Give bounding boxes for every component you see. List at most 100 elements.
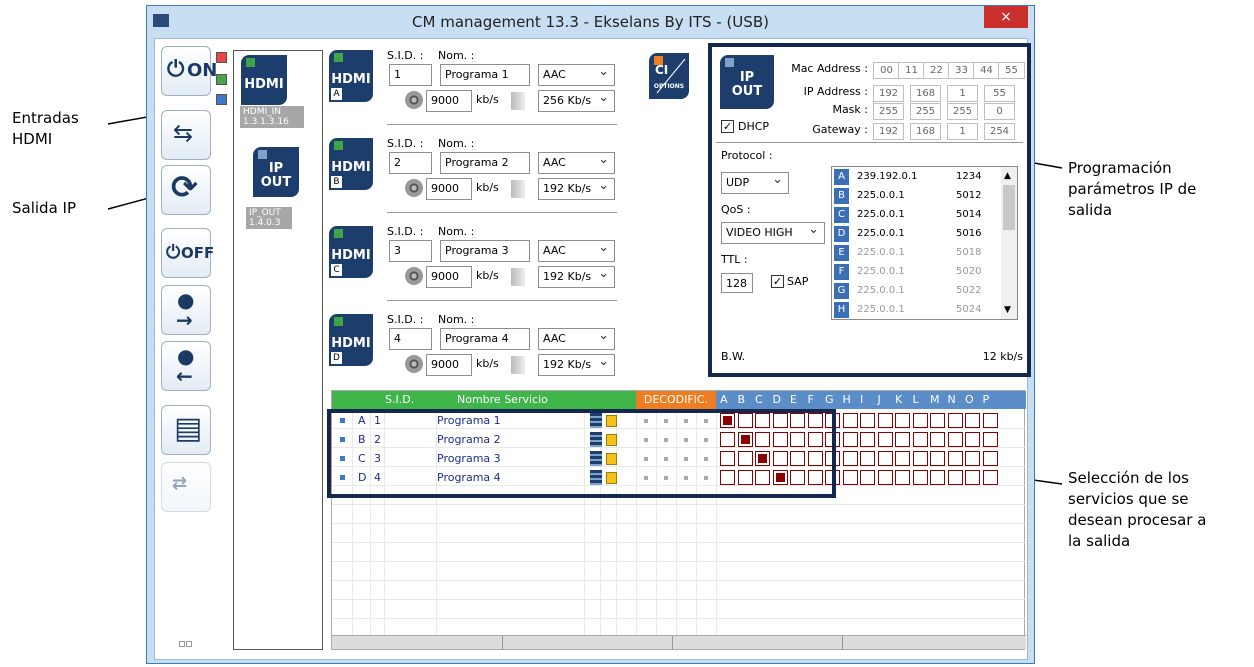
mac-octet[interactable]: 11 [898,62,925,79]
output-slot-cell[interactable] [912,432,928,447]
scroll-down-icon[interactable]: ▼ [1004,305,1011,315]
output-slot-cell[interactable] [947,432,963,447]
ip-octet[interactable]: 168 [910,85,941,102]
mac-octet[interactable]: 00 [873,62,900,79]
sap-checkbox[interactable]: ✓ [771,275,784,288]
output-slot-cell[interactable] [965,432,980,447]
stream-list[interactable]: A 239.192.0.1 1234 B 225.0.0.1 5012 C 225.0.0.1… [831,166,1018,320]
output-slot-cell[interactable] [895,470,910,485]
green-indicator[interactable] [216,74,227,85]
output-slot-cell[interactable] [982,413,998,428]
output-slot-cell[interactable] [877,470,893,485]
audio-codec-select[interactable]: AAC [538,152,615,174]
stream-row[interactable]: F 225.0.0.1 5020 [832,264,1000,280]
sync-monitors-button[interactable]: ⇆ [161,110,211,160]
output-slot-cell[interactable] [982,451,998,466]
video-rate-input[interactable]: 9000 [426,178,472,200]
audio-rate-select[interactable]: 256 Kb/s [538,90,615,112]
hdmi-input-tile[interactable]: HDMI [241,55,287,105]
output-slot-cell[interactable] [842,413,858,428]
power-on-button[interactable]: ⏻ ON [161,46,217,96]
stream-row[interactable]: G 225.0.0.1 5022 [832,283,1000,299]
hdmi-input-b[interactable]: HDMI B [329,138,373,190]
blue-indicator[interactable] [216,94,227,105]
report-button[interactable]: ▤ [161,405,211,455]
load-config-button[interactable]: ● ← [161,341,211,391]
output-slot-cell[interactable] [947,470,963,485]
protocol-select[interactable]: UDP [721,172,789,194]
audio-rate-select[interactable]: 192 Kb/s [538,178,615,200]
output-slot-cell[interactable] [895,413,910,428]
output-slot-cell[interactable] [947,451,963,466]
close-button[interactable]: × [984,6,1028,28]
refresh-button[interactable]: ⟳ [161,165,211,215]
ttl-input[interactable]: 128 [721,273,753,293]
output-slot-cell[interactable] [842,470,858,485]
output-slot-cell[interactable] [912,451,928,466]
output-slot-cell[interactable] [860,451,875,466]
output-slot-cell[interactable] [930,470,945,485]
ip-octet[interactable]: 55 [984,85,1015,102]
output-slot-cell[interactable] [895,432,910,447]
gw-octet[interactable]: 168 [910,123,941,140]
output-slot-cell[interactable] [860,413,875,428]
video-rate-input[interactable]: 9000 [426,266,472,288]
mac-octet[interactable]: 44 [973,62,1000,79]
sid-input[interactable]: 3 [389,240,432,262]
gw-octet[interactable]: 192 [873,123,904,140]
mask-octet[interactable]: 255 [873,103,904,120]
ip-octet[interactable]: 192 [873,85,904,102]
table-hscroll[interactable] [332,635,1026,650]
hdmi-input-a[interactable]: HDMI A [329,50,373,102]
scroll-thumb[interactable] [1003,185,1015,230]
stream-row[interactable]: A 239.192.0.1 1234 [832,169,1000,185]
stream-list-scrollbar[interactable]: ▲ ▼ [1001,167,1017,319]
video-rate-input[interactable]: 9000 [426,90,472,112]
output-slot-cell[interactable] [842,432,858,447]
sid-input[interactable]: 2 [389,152,432,174]
output-slot-cell[interactable] [965,470,980,485]
stream-row[interactable]: C 225.0.0.1 5014 [832,207,1000,223]
sid-input[interactable]: 4 [389,328,432,350]
stream-row[interactable]: D 225.0.0.1 5016 [832,226,1000,242]
stream-row[interactable]: B 225.0.0.1 5012 [832,188,1000,204]
gw-octet[interactable]: 1 [947,123,978,140]
output-slot-cell[interactable] [930,451,945,466]
output-slot-cell[interactable] [947,413,963,428]
output-slot-cell[interactable] [860,470,875,485]
mac-octet[interactable]: 22 [923,62,950,79]
audio-rate-select[interactable]: 192 Kb/s [538,266,615,288]
audio-codec-select[interactable]: AAC [538,64,615,86]
output-slot-cell[interactable] [965,413,980,428]
save-config-button[interactable]: ● → [161,285,211,335]
mask-octet[interactable]: 255 [910,103,941,120]
service-name-input[interactable]: Programa 1 [440,64,530,86]
qos-select[interactable]: VIDEO HIGH [721,222,825,244]
stream-row[interactable]: E 225.0.0.1 5018 [832,245,1000,261]
hdmi-input-c[interactable]: HDMI C [329,226,373,278]
output-slot-cell[interactable] [842,451,858,466]
mac-octet[interactable]: 33 [948,62,975,79]
output-slot-cell[interactable] [877,432,893,447]
power-off-button[interactable]: ⏻ OFF [161,228,214,278]
output-slot-cell[interactable] [877,413,893,428]
output-slot-cell[interactable] [912,470,928,485]
mask-octet[interactable]: 0 [984,103,1015,120]
output-slot-cell[interactable] [912,413,928,428]
audio-codec-select[interactable]: AAC [538,328,615,350]
red-indicator[interactable] [216,52,227,63]
stream-row[interactable]: H 225.0.0.1 5024 [832,302,1000,318]
scroll-up-icon[interactable]: ▲ [1004,171,1011,181]
output-slot-cell[interactable] [895,451,910,466]
output-slot-cell[interactable] [860,432,875,447]
service-name-input[interactable]: Programa 4 [440,328,530,350]
sid-input[interactable]: 1 [389,64,432,86]
video-rate-input[interactable]: 9000 [426,354,472,376]
ip-octet[interactable]: 1 [947,85,978,102]
service-name-input[interactable]: Programa 2 [440,152,530,174]
output-slot-cell[interactable] [982,470,998,485]
output-slot-cell[interactable] [930,413,945,428]
output-slot-cell[interactable] [877,451,893,466]
hdmi-input-d[interactable]: HDMI D [329,314,373,366]
output-slot-cell[interactable] [930,432,945,447]
